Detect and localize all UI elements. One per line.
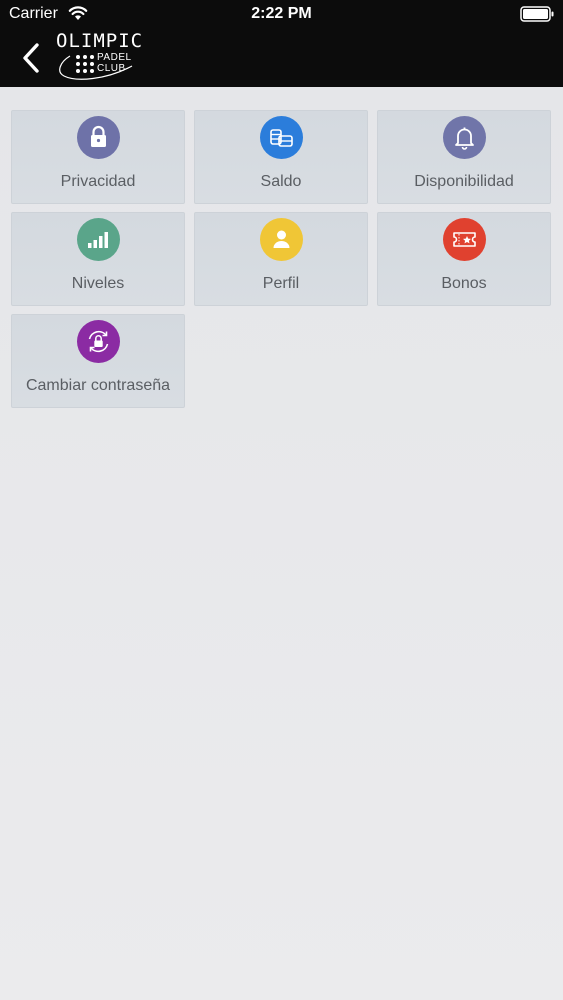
logo-dots-icon bbox=[76, 55, 94, 73]
menu-item-label: Cambiar contraseña bbox=[25, 377, 171, 394]
menu-item-cambiar-contrasena[interactable]: Cambiar contraseña bbox=[11, 314, 185, 408]
lock-refresh-icon bbox=[77, 320, 120, 363]
battery-icon bbox=[520, 6, 554, 22]
back-chevron-icon[interactable] bbox=[18, 38, 46, 78]
menu-item-label: Niveles bbox=[71, 275, 125, 292]
logo-subtitle: PADEL CLUB bbox=[97, 52, 132, 74]
menu-item-label: Saldo bbox=[260, 173, 302, 190]
menu-item-label: Disponibilidad bbox=[414, 173, 514, 190]
status-time: 2:22 PM bbox=[251, 5, 312, 22]
status-bar: Carrier 2:22 PM bbox=[0, 0, 563, 30]
menu-item-niveles[interactable]: Niveles bbox=[11, 212, 185, 306]
menu-item-bonos[interactable]: Bonos bbox=[377, 212, 551, 306]
menu-item-label: Privacidad bbox=[60, 173, 136, 190]
menu-item-privacidad[interactable]: Privacidad bbox=[11, 110, 185, 204]
menu-item-label: Perfil bbox=[262, 275, 300, 292]
lock-icon bbox=[77, 116, 120, 159]
coins-icon bbox=[260, 116, 303, 159]
menu-item-saldo[interactable]: Saldo bbox=[194, 110, 368, 204]
bell-icon bbox=[443, 116, 486, 159]
navigation-bar: OLIMPIC PADEL CLUB bbox=[0, 30, 563, 87]
logo-line-padel: PADEL bbox=[97, 52, 132, 63]
logo-line-club: CLUB bbox=[97, 63, 126, 74]
menu-item-label: Bonos bbox=[441, 275, 487, 292]
user-icon bbox=[260, 218, 303, 261]
menu-item-disponibilidad[interactable]: Disponibilidad bbox=[377, 110, 551, 204]
menu-grid: Privacidad Saldo Disponibilidad Niveles … bbox=[0, 87, 563, 1000]
ticket-icon bbox=[443, 218, 486, 261]
olimpic-padel-club-logo: OLIMPIC PADEL CLUB bbox=[54, 30, 142, 84]
menu-item-perfil[interactable]: Perfil bbox=[194, 212, 368, 306]
top-bar: Carrier 2:22 PM OLIMPIC PADEL CLUB bbox=[0, 0, 563, 87]
signal-bars-icon bbox=[77, 218, 120, 261]
